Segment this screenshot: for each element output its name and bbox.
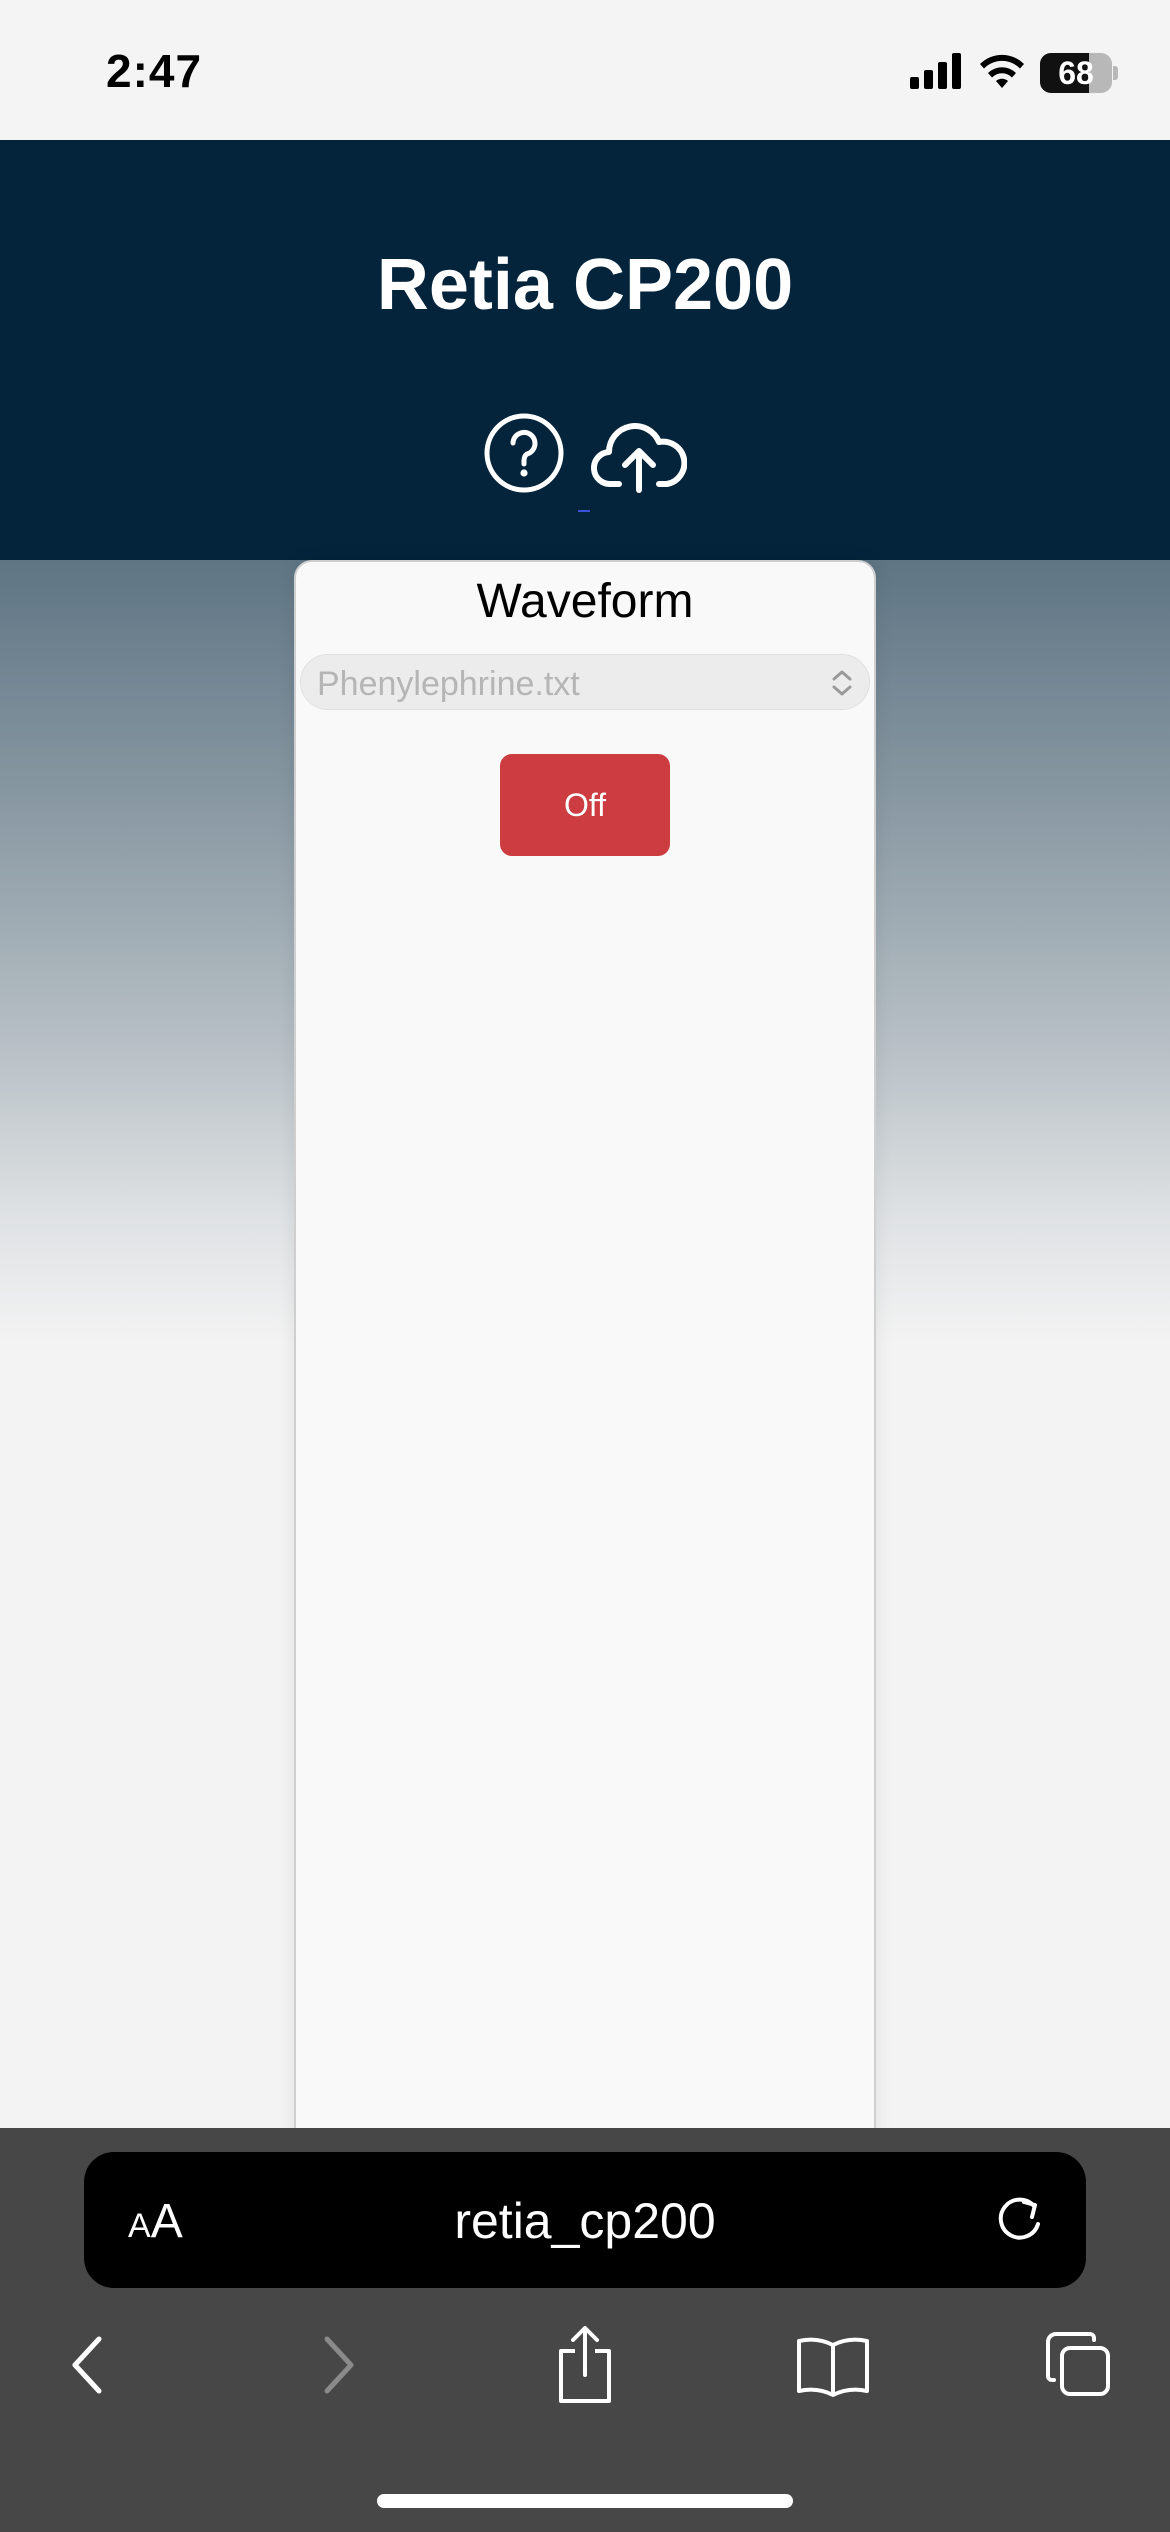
address-bar[interactable]: AA retia_cp200	[84, 2152, 1086, 2288]
status-bar: 2:47 68	[0, 0, 1170, 140]
bookmarks-icon[interactable]	[788, 2320, 878, 2410]
forward-icon[interactable]	[294, 2320, 384, 2410]
status-icons: 68	[910, 48, 1118, 98]
wifi-icon	[978, 52, 1026, 95]
share-icon[interactable]	[540, 2320, 630, 2410]
browser-toolbar: AA retia_cp200	[0, 2128, 1170, 2532]
off-button[interactable]: Off	[500, 754, 670, 856]
waveform-panel: Waveform Phenylephrine.txt Off	[294, 560, 876, 2160]
select-chevron-icon	[829, 667, 855, 704]
help-icon[interactable]	[483, 412, 565, 499]
waveform-select-value: Phenylephrine.txt	[317, 665, 580, 703]
app-header: Retia CP200	[0, 140, 1170, 560]
panel-title: Waveform	[476, 575, 694, 628]
tabs-icon[interactable]	[1034, 2320, 1124, 2410]
reload-icon[interactable]	[990, 2190, 1050, 2255]
cloud-upload-icon[interactable]	[591, 412, 688, 499]
back-icon[interactable]	[42, 2320, 132, 2410]
waveform-select[interactable]: Phenylephrine.txt	[300, 654, 870, 710]
status-time: 2:47	[106, 45, 203, 97]
nav-row	[0, 2320, 1170, 2410]
battery-level: 68	[1058, 55, 1094, 91]
battery-icon: 68	[1040, 53, 1118, 93]
header-icons	[0, 412, 1170, 499]
cellular-signal-icon	[910, 52, 964, 94]
home-indicator	[377, 2494, 793, 2508]
app-title: Retia CP200	[376, 245, 794, 325]
url-text: retia_cp200	[454, 2193, 716, 2249]
